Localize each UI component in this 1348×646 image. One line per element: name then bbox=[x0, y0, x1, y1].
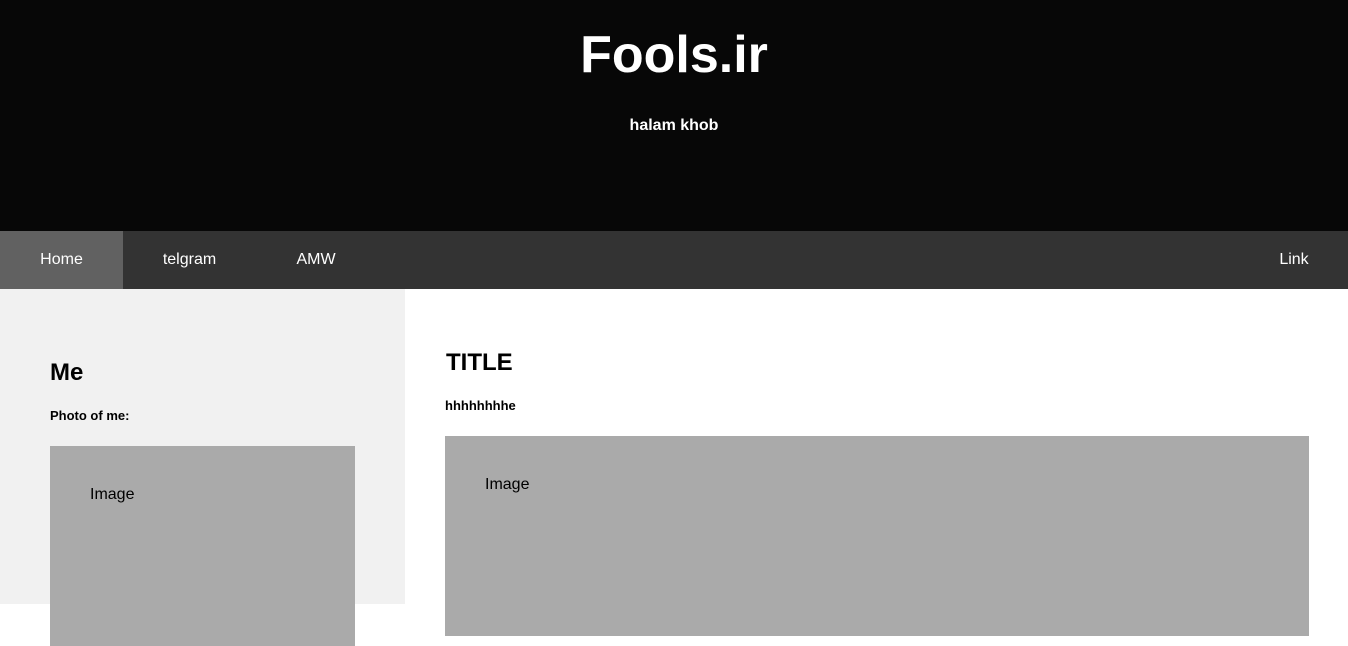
main-subheading: hhhhhhhhe bbox=[445, 398, 516, 413]
nav-item-telgram[interactable]: telgram bbox=[123, 231, 256, 289]
site-tagline: halam khob bbox=[629, 117, 719, 134]
site-header: Fools.ir halam khob bbox=[0, 0, 1348, 231]
main-content: TITLE hhhhhhhhe Image bbox=[405, 289, 1348, 636]
top-navbar: Home telgram AMW Link bbox=[0, 231, 1348, 289]
main-heading: TITLE bbox=[446, 349, 513, 376]
nav-item-amw[interactable]: AMW bbox=[256, 231, 376, 289]
main-image-placeholder: Image bbox=[445, 436, 1309, 636]
sidebar: Me Photo of me: Image bbox=[0, 289, 405, 646]
nav-item-home[interactable]: Home bbox=[0, 231, 123, 289]
sidebar-subheading: Photo of me: bbox=[50, 408, 130, 423]
sidebar-image-label: Image bbox=[90, 486, 135, 503]
nav-item-link[interactable]: Link bbox=[1240, 231, 1348, 289]
site-title: Fools.ir bbox=[580, 26, 768, 84]
sidebar-image-placeholder: Image bbox=[50, 446, 355, 646]
sidebar-heading: Me bbox=[50, 359, 84, 386]
main-image-label: Image bbox=[485, 476, 530, 493]
